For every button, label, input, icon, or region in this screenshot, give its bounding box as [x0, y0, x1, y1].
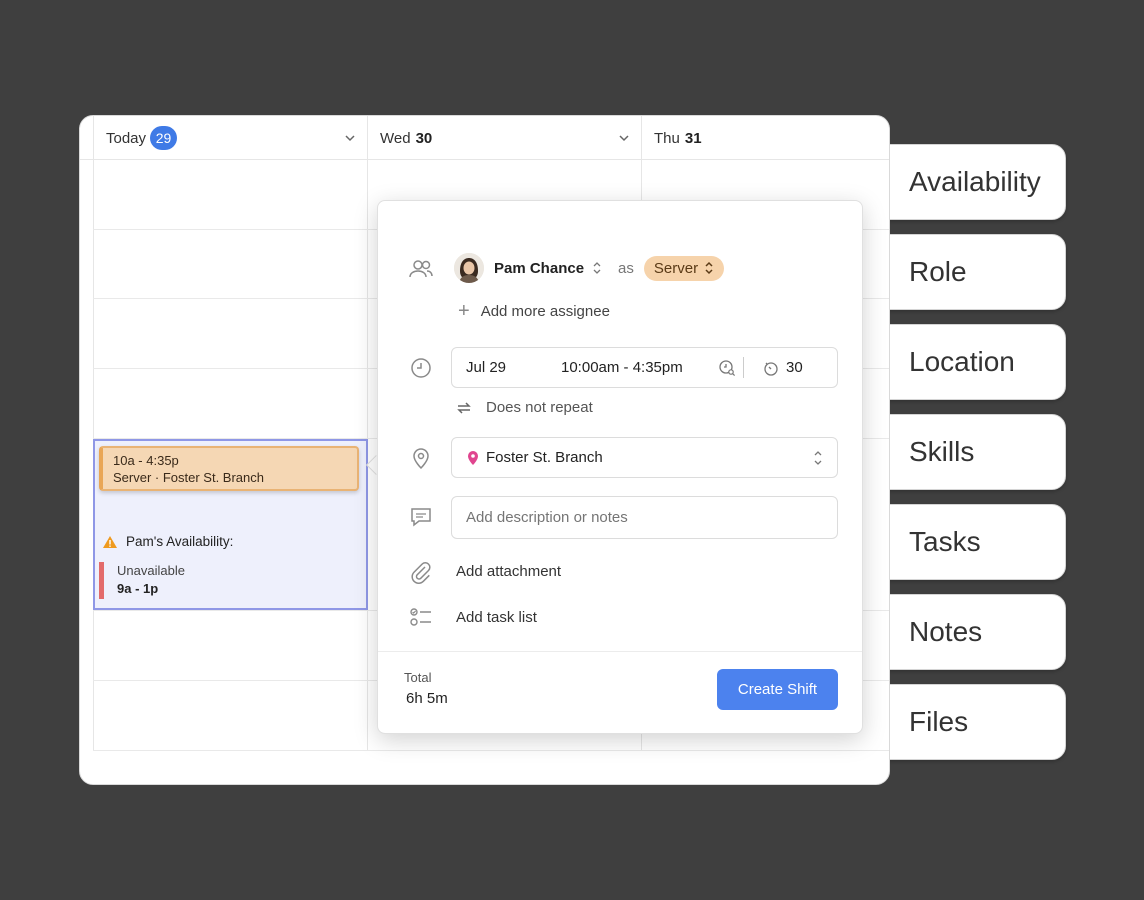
chevron-down-icon[interactable]: [617, 131, 631, 145]
side-tab-label: Location: [909, 346, 1015, 377]
timer-icon: [764, 362, 778, 376]
unavailable-status: Unavailable: [117, 563, 185, 578]
avatar: [454, 253, 484, 283]
comment-icon: [411, 508, 431, 527]
hour-line: [93, 750, 889, 751]
divider: [743, 357, 744, 378]
time-range-field[interactable]: 10:00am - 4:35pm: [561, 359, 683, 376]
add-assignee-label: Add more assignee: [480, 303, 610, 320]
break-minutes-field[interactable]: 30: [786, 359, 803, 376]
location-value: Foster St. Branch: [486, 449, 603, 466]
add-attachment-button[interactable]: Add attachment: [456, 563, 561, 580]
total-label: Total: [404, 670, 432, 685]
description-input[interactable]: [451, 496, 838, 539]
side-tab-tasks[interactable]: Tasks: [887, 504, 1066, 580]
chevron-updown-icon: [814, 451, 822, 465]
side-tab-notes[interactable]: Notes: [887, 594, 1066, 670]
clock-icon: [411, 358, 431, 378]
assignee-name[interactable]: Pam Chance: [494, 260, 584, 277]
location-pin-icon: [468, 450, 478, 465]
assignee-row: Pam Chance as Server: [454, 253, 725, 283]
side-tab-label: Notes: [909, 616, 983, 647]
paperclip-icon: [411, 562, 431, 584]
unavailable-range: 9a - 1p: [117, 581, 159, 596]
chevron-updown-icon: [705, 261, 713, 275]
day-header-thu[interactable]: Thu 31: [654, 116, 702, 160]
day-header-today[interactable]: Today 29: [106, 116, 178, 160]
as-label: as: [618, 259, 634, 277]
side-tab-availability[interactable]: Availability: [887, 144, 1066, 220]
repeat-label: Does not repeat: [486, 399, 593, 416]
total-value: 6h 5m: [406, 690, 448, 707]
day-header-wed[interactable]: Wed 30: [380, 116, 432, 160]
chevron-updown-icon[interactable]: [592, 261, 602, 275]
shift-event-detail: Server · Foster St. Branch: [113, 470, 264, 485]
repeat-selector[interactable]: Does not repeat: [456, 399, 593, 416]
availability-title: Pam's Availability:: [126, 534, 234, 549]
clock-search-icon[interactable]: [718, 359, 736, 377]
role-label: Server: [653, 259, 699, 277]
create-shift-popover: Pam Chance as Server + Add more assignee…: [377, 200, 863, 734]
column-divider: [367, 116, 368, 750]
day-label: Today: [106, 129, 147, 147]
add-task-list-button[interactable]: Add task list: [456, 609, 537, 626]
side-tab-files[interactable]: Files: [887, 684, 1066, 760]
time-picker[interactable]: Jul 29 10:00am - 4:35pm 30: [451, 347, 838, 388]
warning-icon: [103, 535, 117, 548]
location-select[interactable]: Foster St. Branch: [451, 437, 838, 478]
side-tab-label: Tasks: [909, 526, 981, 557]
side-tab-label: Skills: [909, 436, 975, 467]
day-number: 31: [684, 129, 702, 147]
role-selector[interactable]: Server: [643, 255, 725, 281]
day-number: 30: [415, 129, 433, 147]
availability-warning: Pam's Availability:: [102, 534, 233, 549]
repeat-icon: [457, 401, 471, 414]
date-field[interactable]: Jul 29: [466, 359, 506, 376]
chevron-down-icon[interactable]: [343, 131, 357, 145]
day-label: Thu: [654, 129, 680, 147]
calendar-header: Today 29 Wed 30 Thu 31: [80, 116, 889, 160]
side-tab-label: Role: [909, 256, 967, 287]
create-shift-button[interactable]: Create Shift: [717, 669, 838, 710]
shift-event-time: 10a - 4:35p: [113, 453, 179, 468]
side-tab-label: Files: [909, 706, 969, 737]
today-badge: 29: [150, 126, 178, 150]
add-assignee-button[interactable]: + Add more assignee: [458, 300, 610, 323]
plus-icon: +: [458, 300, 470, 322]
side-tab-skills[interactable]: Skills: [887, 414, 1066, 490]
side-tab-location[interactable]: Location: [887, 324, 1066, 400]
task-list-icon: [410, 608, 431, 626]
location-pin-icon: [413, 448, 429, 470]
unavailable-block: Unavailable 9a - 1p: [99, 562, 185, 599]
column-divider: [93, 116, 94, 750]
side-tab-label: Availability: [909, 166, 1041, 197]
day-label: Wed: [380, 129, 411, 147]
people-icon: [409, 260, 433, 278]
shift-event[interactable]: 10a - 4:35p Server · Foster St. Branch: [99, 446, 359, 491]
footer-divider: [378, 651, 862, 652]
side-tab-role[interactable]: Role: [887, 234, 1066, 310]
